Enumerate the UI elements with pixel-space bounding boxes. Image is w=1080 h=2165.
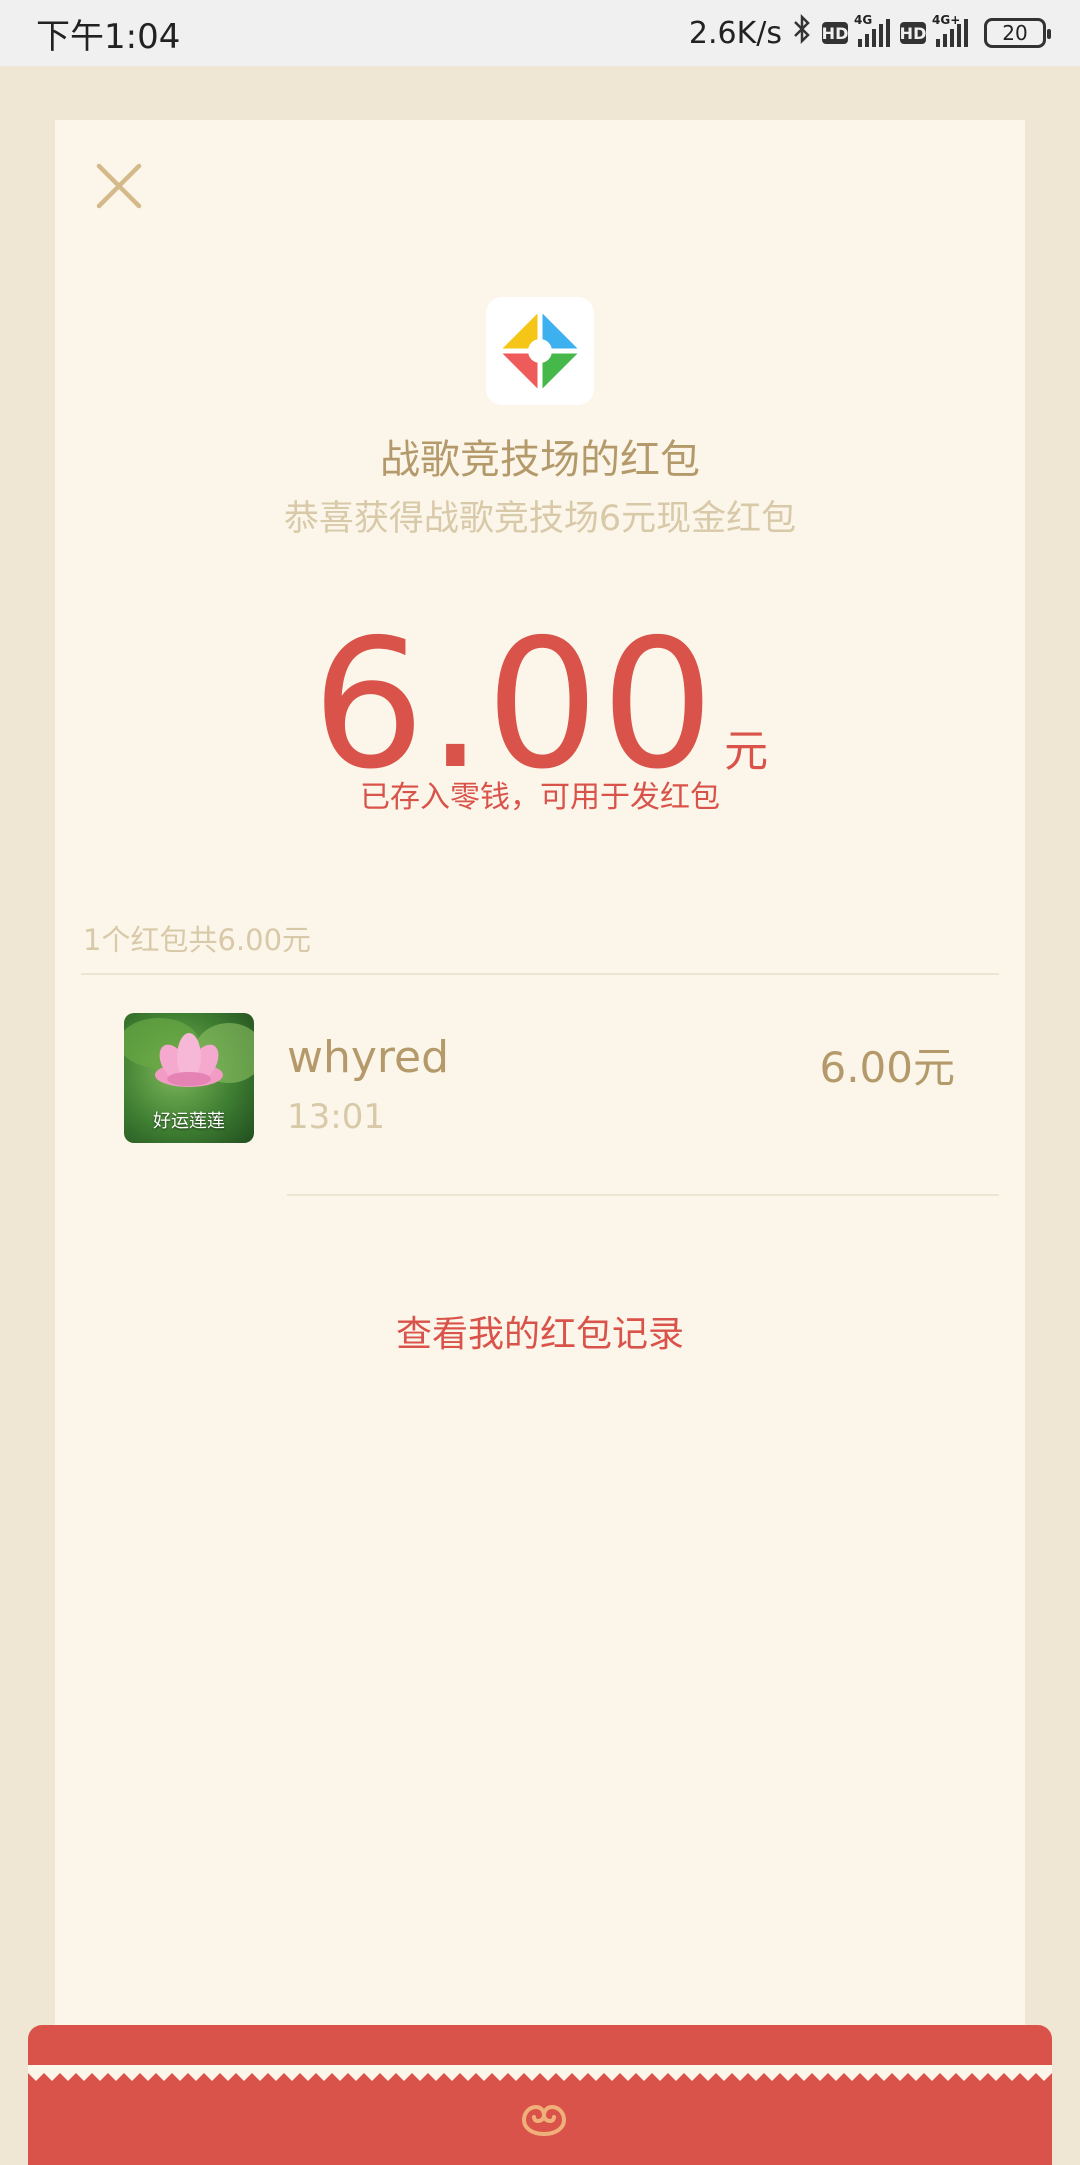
network-type-1: 4G — [854, 13, 873, 27]
red-packet-card: 战歌竞技场的红包 恭喜获得战歌竞技场6元现金红包 6.00 元 已存入零钱，可用于… — [55, 120, 1025, 2080]
avatar-caption: 好运莲莲 — [153, 1111, 225, 1132]
view-history-link[interactable]: 查看我的红包记录 — [55, 1305, 1025, 1357]
bluetooth-icon — [792, 13, 812, 53]
network-type-2: 4G+ — [932, 13, 961, 27]
close-icon — [96, 163, 142, 209]
close-button[interactable] — [91, 158, 147, 214]
hd-badge-2: HD — [899, 22, 927, 44]
receiver-name: whyred — [287, 1032, 450, 1083]
battery-level: 20 — [1002, 21, 1028, 45]
status-indicators: 2.6K/s HD 4G HD 4G+ 20 — [688, 13, 1051, 53]
red-packet-title: 战歌竞技场的红包 — [380, 437, 700, 483]
hd-badge-1: HD — [821, 22, 849, 44]
status-bar: 下午1:04 2.6K/s HD 4G HD 4G+ 20 — [0, 0, 1080, 66]
receive-time: 13:01 — [287, 1097, 385, 1137]
bottom-red-bar — [28, 2025, 1052, 2165]
greeting-message: 恭喜获得战歌竞技场6元现金红包 — [283, 499, 797, 539]
signal-icon-sim2: 4G+ — [932, 13, 968, 47]
divider — [81, 973, 999, 975]
signal-icon-sim1: 4G — [854, 13, 890, 47]
battery-icon: 20 — [984, 18, 1051, 48]
divider — [287, 1194, 999, 1196]
receiver-list-item[interactable]: 好运莲莲 whyred 13:01 6.00元 — [55, 1000, 1025, 1190]
status-time: 下午1:04 — [36, 16, 181, 57]
amount-unit: 元 — [724, 726, 769, 777]
deposit-note: 已存入零钱，可用于发红包 — [360, 780, 720, 815]
receive-amount: 6.00元 — [819, 1043, 955, 1092]
app-logo-icon — [486, 297, 594, 405]
network-speed: 2.6K/s — [688, 15, 782, 51]
zigzag-edge — [28, 2065, 1052, 2081]
avatar[interactable]: 好运莲莲 — [124, 1013, 254, 1143]
red-packet-cloud-icon — [521, 2104, 567, 2136]
packet-summary: 1个红包共6.00元 — [83, 923, 312, 957]
